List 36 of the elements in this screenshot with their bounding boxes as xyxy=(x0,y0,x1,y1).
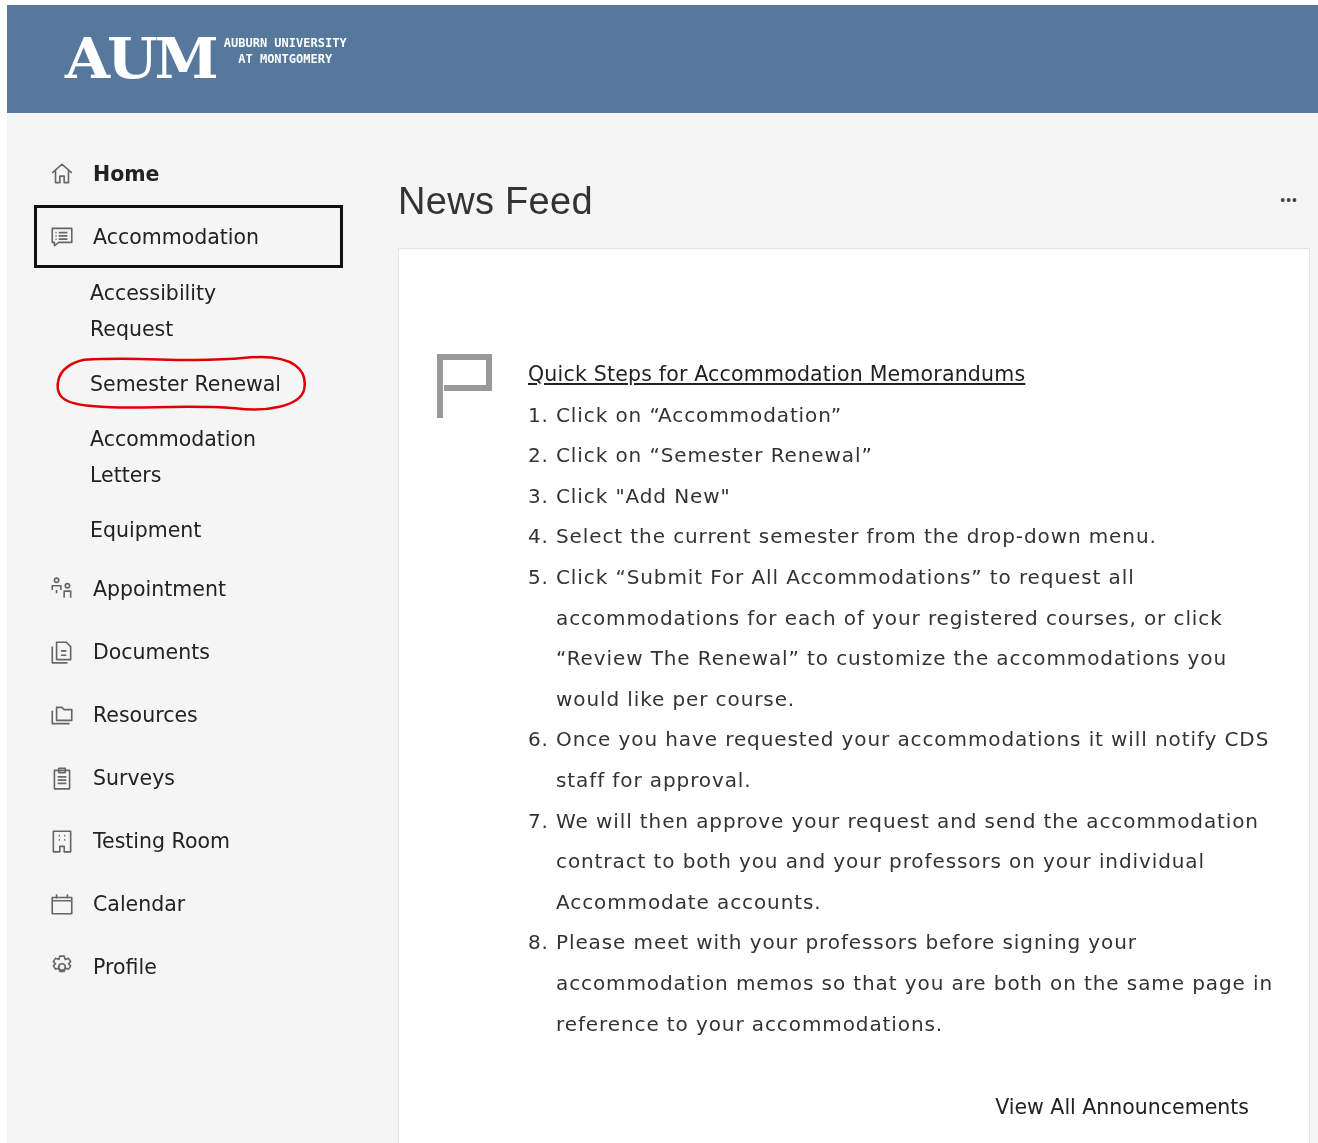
step-number: 2. xyxy=(528,442,550,470)
step-number: 5. xyxy=(528,563,550,591)
step-text: Please meet with your professors before signing your accommodation memos so that you are both on the same page in reference to your accommodations. xyxy=(556,929,1274,1038)
logo-text: AT MONTGOMERY xyxy=(238,52,333,68)
step-text: Select the current semester from the drop-down menu. xyxy=(556,523,1157,551)
nav-item[interactable]: Profile xyxy=(34,935,343,998)
nav-item[interactable]: Home xyxy=(34,142,343,205)
view-all-link[interactable]: View All Announcements xyxy=(995,1095,1249,1120)
logo-text: AUBURN UNIVERSITY xyxy=(223,36,347,52)
nav-item[interactable]: Resources xyxy=(34,683,343,746)
step-number: 1. xyxy=(528,401,550,429)
step-text: Click on “Semester Renewal” xyxy=(556,442,873,470)
step-number: 3. xyxy=(528,482,550,510)
more-menu[interactable]: ••• xyxy=(1280,191,1298,208)
step-text: Click “Submit For All Accommodations” to request all accommodations for each of your registered courses, or click “Review The Renewal” to customize the accommodations you would like per course. xyxy=(556,563,1229,713)
nav-item[interactable]: Calendar xyxy=(34,872,343,935)
step-number: 6. xyxy=(528,726,550,754)
nav-item[interactable]: Documents xyxy=(34,620,343,683)
nav-item[interactable]: Surveys xyxy=(34,746,343,809)
nav-item[interactable]: Accommodation xyxy=(34,205,343,268)
nav-item[interactable]: Testing Room xyxy=(34,809,343,872)
step-text: Once you have requested your accommodations it will notify CDS staff for approval. xyxy=(556,726,1271,794)
announcement-link[interactable]: Quick Steps for Accommodation Memorandums xyxy=(528,362,1026,386)
logo-mark: AUM xyxy=(65,31,216,87)
step-number: 4. xyxy=(528,523,550,551)
nav-subitem[interactable]: Accommodation Letters xyxy=(90,421,300,493)
step-text: We will then approve your request and send the accommodation contract to both you and your professors on your individual Accommodate accounts. xyxy=(556,807,1260,916)
step-text: Click on “Accommodation” xyxy=(556,401,842,429)
page-title: News Feed xyxy=(398,182,593,220)
step-number: 8. xyxy=(528,929,550,957)
step-number: 7. xyxy=(528,807,550,835)
step-text: Click "Add New" xyxy=(556,482,731,510)
nav-item[interactable]: Appointment xyxy=(34,557,343,620)
flag-icon xyxy=(437,354,492,418)
nav-subitem[interactable]: Accessibility Request xyxy=(90,275,300,347)
nav-subitem[interactable]: Equipment xyxy=(90,512,300,548)
